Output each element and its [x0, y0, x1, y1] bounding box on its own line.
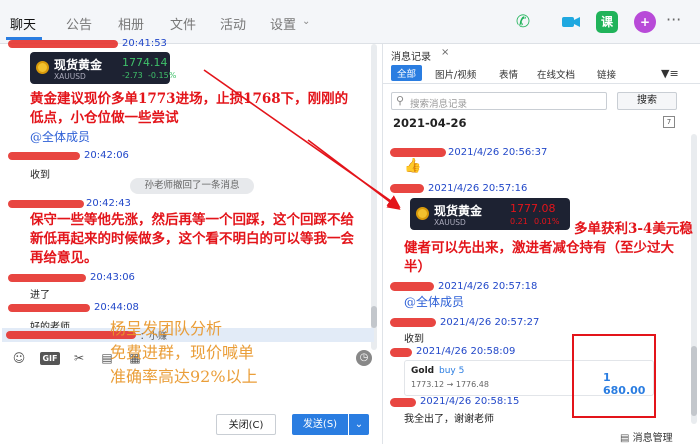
search-icon: ⚲ [396, 94, 405, 107]
video-call-icon[interactable] [560, 11, 582, 33]
gold-coin-icon [416, 207, 429, 220]
search-button[interactable]: 搜索 [617, 92, 677, 110]
history-timestamp: 2021/4/26 20:58:15 [420, 396, 520, 407]
redacted-sender-name [8, 40, 118, 48]
message-timestamp: 20:42:06 [84, 150, 129, 161]
filter-tab-docs[interactable]: 在线文档 [537, 67, 575, 81]
history-timestamp: 2021/4/26 20:57:27 [440, 317, 540, 328]
top-tab-bar: 聊天 公告 相册 文件 活动 设置 ⌄ ✆ 课 + ··· [0, 0, 700, 44]
recall-notice: 孙老师撤回了一条消息 [130, 178, 254, 194]
message-management-label: 消息管理 [632, 433, 673, 444]
message-text: 收到 [404, 334, 424, 345]
trade-side: buy 5 [439, 366, 465, 376]
trade-annotation-advice: 保守一些等他先涨，然后再等一个回踩，这个回踩不给新低再起来的时候做多，这个看不明… [30, 212, 354, 266]
phone-call-icon[interactable]: ✆ [512, 11, 534, 33]
mention-all-members[interactable]: @全体成员 [30, 128, 90, 145]
gold-coin-icon [36, 61, 49, 74]
emoji-icon[interactable]: ☺ [10, 350, 28, 366]
redacted-sender-name [8, 274, 86, 282]
history-date-heading: 2021-04-26 [393, 116, 467, 130]
history-scrollbar[interactable] [691, 134, 697, 424]
filter-icon[interactable]: ▼≡ [661, 67, 679, 80]
filter-tab-media[interactable]: 图片/视频 [435, 67, 476, 81]
chevron-down-icon[interactable]: ⌄ [302, 16, 310, 27]
thumbs-up-emoji: 👍 [404, 158, 422, 174]
watermark-line-2: 免费进群，现价喊单 [110, 343, 255, 362]
tab-settings[interactable]: 设置 [270, 14, 296, 33]
redacted-sender-name [390, 148, 446, 157]
panel-close-icon[interactable]: × [441, 47, 449, 58]
gold-quote-card[interactable]: 现货黄金 XAUUSD 1774.14 -2.73 -0.15% [30, 52, 176, 84]
trade-prices: 1773.12 → 1776.48 [411, 380, 489, 389]
filter-tab-all[interactable]: 全部 [391, 65, 423, 81]
mention-all-members[interactable]: @全体成员 [404, 293, 464, 310]
message-text: 我全出了，谢谢老师 [404, 414, 494, 425]
message-management-link[interactable]: ▤ 消息管理 [620, 429, 673, 444]
message-timestamp: 20:44:08 [94, 302, 139, 313]
history-clock-icon[interactable]: ◷ [356, 350, 372, 366]
redacted-sender-name [8, 304, 90, 312]
filter-tab-stickers[interactable]: 表情 [499, 67, 518, 81]
gold-quote-percent: -0.15% [148, 71, 177, 80]
chat-scrollbar[interactable] [371, 44, 377, 350]
add-icon[interactable]: + [634, 11, 656, 33]
history-search-input[interactable]: ⚲ 搜索消息记录 [391, 92, 607, 110]
redacted-sender-name [390, 282, 434, 291]
calendar-icon[interactable]: 7 [663, 116, 675, 128]
trade-instrument: Gold [411, 366, 435, 376]
history-timestamp: 2021/4/26 20:58:09 [416, 346, 516, 357]
close-button[interactable]: 关闭(C) [216, 414, 276, 435]
scissors-icon[interactable]: ✂ [70, 350, 88, 366]
history-filter-tabs: 全部 图片/视频 表情 在线文档 链接 ▼≡ [383, 64, 700, 84]
gif-icon[interactable]: GIF [40, 352, 60, 365]
send-button[interactable]: 发送(S) [292, 414, 348, 435]
trade-annotation-entry: 黄金建议现价多单1773进场，止损1768下，刚刚的低点，小仓位做一些尝试 [30, 91, 349, 126]
message-timestamp: 20:42:43 [86, 198, 131, 209]
tab-announcement[interactable]: 公告 [66, 14, 92, 33]
search-placeholder: 搜索消息记录 [410, 99, 468, 110]
history-timestamp: 2021/4/26 20:56:37 [448, 147, 548, 158]
tab-album[interactable]: 相册 [118, 14, 144, 33]
message-text: 进了 [30, 290, 50, 301]
filter-tab-links[interactable]: 链接 [597, 67, 616, 81]
watermark-line-3: 准确率高达92%以上 [110, 367, 258, 386]
gold-quote-price: 1774.14 [122, 56, 168, 69]
panel-title: 消息记录 [391, 52, 431, 63]
manage-icon: ▤ [620, 433, 630, 444]
history-scrollbar-thumb[interactable] [691, 346, 697, 416]
redacted-sender-name [8, 152, 80, 160]
classroom-icon[interactable]: 课 [596, 11, 618, 33]
tab-files[interactable]: 文件 [170, 14, 196, 33]
gold-quote-symbol: XAUUSD [54, 72, 86, 81]
redacted-sender-name [390, 184, 424, 193]
history-timestamp: 2021/4/26 20:57:16 [428, 183, 528, 194]
redacted-sender-name [8, 200, 84, 208]
gold-quote-change: -2.73 [122, 71, 143, 80]
watermark-line-1: 杨呈发团队分析 [110, 319, 223, 338]
chat-scrollbar-thumb[interactable] [371, 306, 377, 328]
send-options-chevron-icon[interactable]: ⌄ [349, 414, 369, 435]
tab-activity[interactable]: 活动 [220, 14, 246, 33]
profit-highlight-box [572, 334, 656, 418]
history-timestamp: 2021/4/26 20:57:18 [438, 281, 538, 292]
more-icon[interactable]: ··· [666, 10, 681, 29]
gold-quote-price: 1777.08 [510, 202, 556, 215]
redacted-sender-name [390, 348, 412, 357]
redacted-sender-name [390, 398, 416, 407]
message-timestamp: 20:43:06 [90, 272, 135, 283]
redacted-sender-name [390, 318, 436, 327]
trade-annotation-profit: 多单获利3-4美元稳健者可以先出来，激进者减仓持有（至少过大半） [404, 221, 693, 275]
chat-window: 聊天 公告 相册 文件 活动 设置 ⌄ ✆ 课 + ··· 20:41:53 现… [0, 0, 700, 444]
gold-quote-name: 现货黄金 [54, 58, 103, 72]
gold-quote-name: 现货黄金 [434, 204, 483, 218]
message-timestamp: 20:41:53 [122, 38, 167, 49]
tab-chat[interactable]: 聊天 [10, 14, 36, 33]
message-text: 收到 [30, 170, 50, 181]
